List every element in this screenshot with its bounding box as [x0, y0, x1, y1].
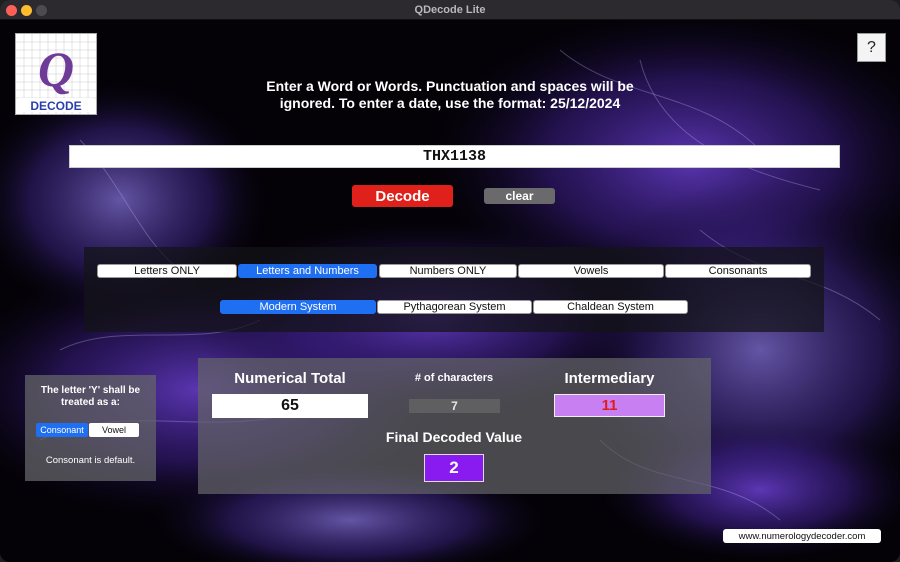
chars-label: # of characters: [414, 372, 494, 384]
mode-vowels[interactable]: Vowels: [518, 264, 664, 278]
title-bar: QDecode Lite: [0, 0, 900, 20]
system-modern[interactable]: Modern System: [220, 300, 376, 314]
results-panel: Numerical Total 65 # of characters 7 Int…: [198, 358, 711, 494]
numerical-total-label: Numerical Total: [234, 370, 346, 387]
mode-letters-and-numbers[interactable]: Letters and Numbers: [238, 264, 377, 278]
window-title: QDecode Lite: [414, 3, 486, 16]
final-value-label: Final Decoded Value: [385, 429, 523, 445]
final-value: 2: [424, 454, 484, 482]
mode-letters-only[interactable]: Letters ONLY: [97, 264, 237, 278]
y-letter-panel: The letter 'Y' shall be treated as a: Co…: [25, 375, 156, 481]
logo-graphic: Q DECODE: [16, 34, 96, 114]
y-letter-label: The letter 'Y' shall be treated as a:: [40, 385, 141, 408]
system-pythagorean[interactable]: Pythagorean System: [377, 300, 532, 314]
qdecode-logo: Q DECODE: [15, 33, 97, 115]
zoom-window-button[interactable]: [36, 5, 47, 16]
y-vowel-option[interactable]: Vowel: [89, 423, 139, 437]
close-window-button[interactable]: [6, 5, 17, 16]
numerical-total-value: 65: [212, 394, 368, 418]
website-link[interactable]: www.numerologydecoder.com: [723, 529, 881, 543]
minimize-window-button[interactable]: [21, 5, 32, 16]
decode-button[interactable]: Decode: [352, 185, 453, 207]
main-content: Q DECODE ? Enter a Word or Words. Punctu…: [0, 20, 900, 562]
app-window: QDecode Lite Q DECODE ? Enter a Word or …: [0, 0, 900, 562]
y-consonant-option[interactable]: Consonant: [36, 423, 88, 437]
chars-value: 7: [409, 399, 500, 413]
logo-word: DECODE: [30, 99, 81, 113]
options-panel: [84, 247, 824, 332]
word-input[interactable]: THX1138: [69, 145, 840, 168]
intermediary-label: Intermediary: [564, 370, 655, 387]
mode-numbers-only[interactable]: Numbers ONLY: [379, 264, 517, 278]
instructions-text: Enter a Word or Words. Punctuation and s…: [266, 78, 634, 111]
help-button[interactable]: ?: [857, 33, 886, 62]
system-chaldean[interactable]: Chaldean System: [533, 300, 688, 314]
mode-consonants[interactable]: Consonants: [665, 264, 811, 278]
intermediary-value: 11: [554, 394, 665, 417]
clear-button[interactable]: clear: [484, 188, 555, 204]
logo-letter: Q: [38, 41, 74, 97]
y-default-note: Consonant is default.: [45, 455, 136, 466]
